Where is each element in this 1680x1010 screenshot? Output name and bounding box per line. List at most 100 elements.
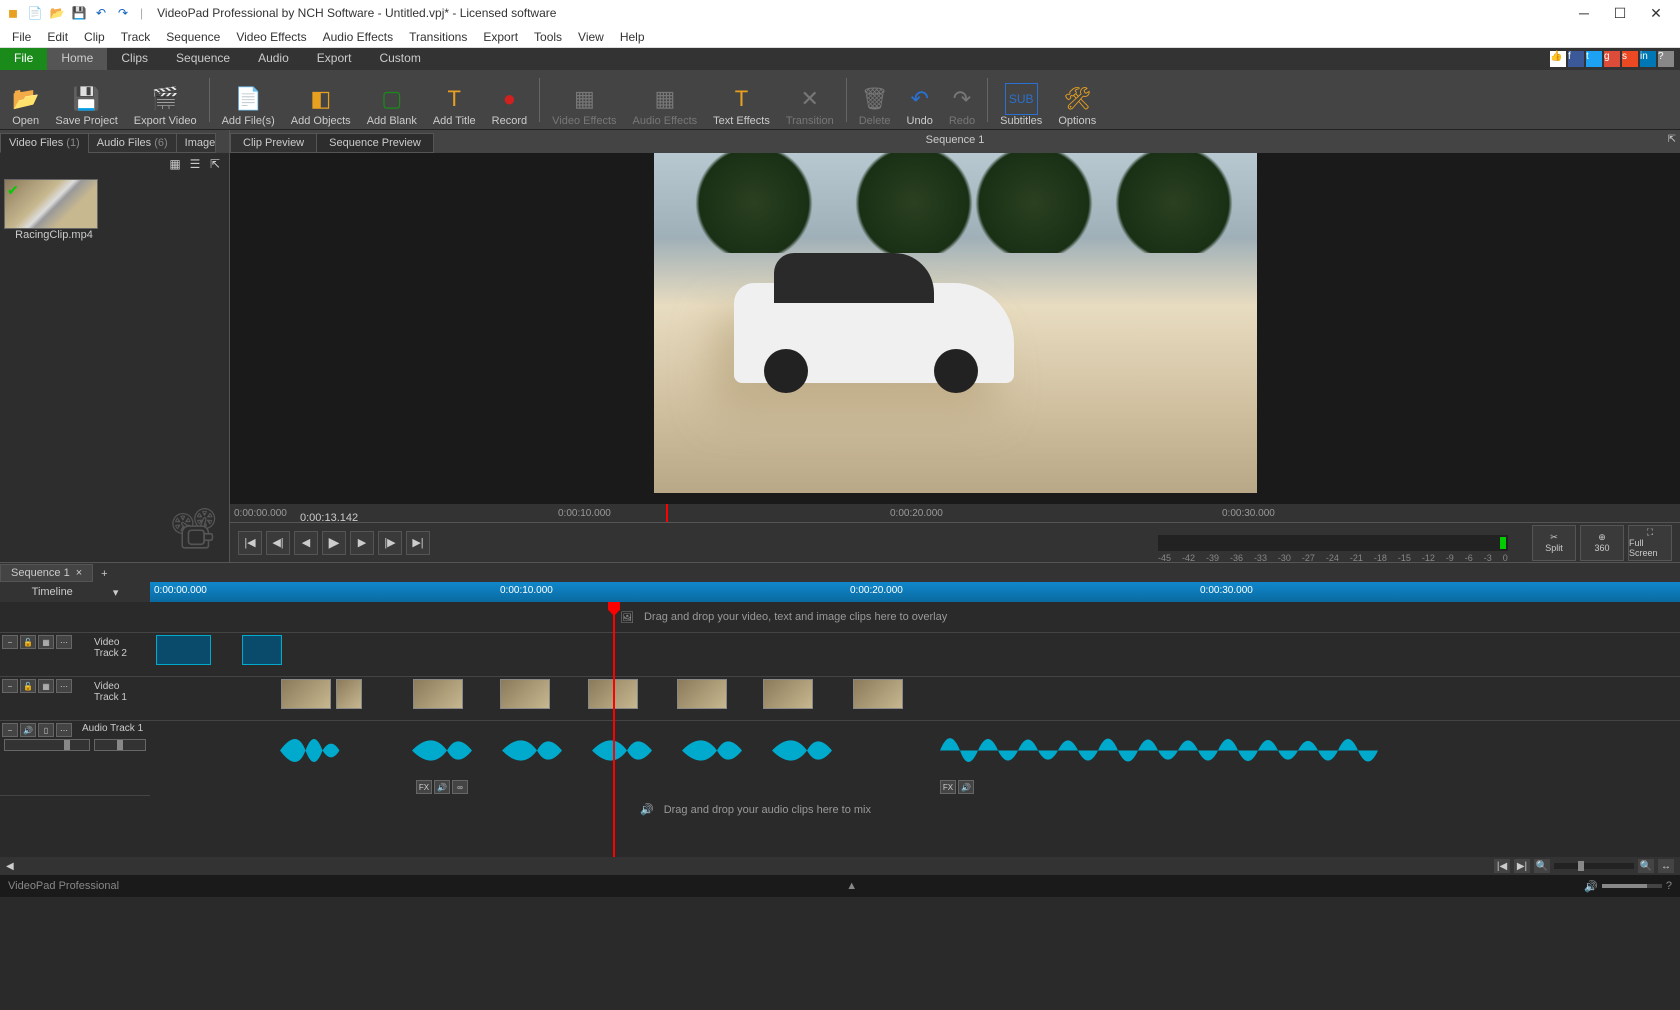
- media-thumbnail[interactable]: ✔: [4, 179, 98, 229]
- clip-preview-tab[interactable]: Clip Preview: [230, 133, 317, 153]
- menu-tools[interactable]: Tools: [526, 28, 570, 46]
- add-files-button[interactable]: 📄Add File(s): [214, 70, 283, 129]
- playhead[interactable]: [613, 602, 615, 857]
- play-button[interactable]: ▶: [322, 531, 346, 555]
- goto-start-button[interactable]: |◀: [238, 531, 262, 555]
- export-video-button[interactable]: 🎬Export Video: [126, 70, 205, 129]
- audio-waveform[interactable]: [940, 723, 1390, 778]
- track-lock-button[interactable]: 🔓: [20, 635, 36, 649]
- preview-ruler[interactable]: 0:00:00.000 0:00:10.000 0:00:20.000 0:00…: [230, 504, 1680, 522]
- add-blank-button[interactable]: ▢Add Blank: [359, 70, 425, 129]
- timeline-clip[interactable]: [156, 635, 211, 665]
- timeline-clip[interactable]: [853, 679, 903, 709]
- volume-slider[interactable]: [4, 739, 90, 751]
- step-fwd-button[interactable]: ▶: [350, 531, 374, 555]
- qat-undo-icon[interactable]: ↶: [92, 4, 110, 22]
- menu-track[interactable]: Track: [113, 28, 159, 46]
- track-mute-button[interactable]: 🔊: [20, 723, 36, 737]
- video-track-2-lane[interactable]: [150, 633, 1680, 676]
- timeline-clip[interactable]: [500, 679, 550, 709]
- clip-fx-button[interactable]: FX: [416, 780, 432, 794]
- next-frame-button[interactable]: |▶: [378, 531, 402, 555]
- menu-file[interactable]: File: [4, 28, 39, 46]
- timeline-clip[interactable]: [242, 635, 282, 665]
- tab-audio[interactable]: Audio: [244, 48, 303, 70]
- clip-fx-button[interactable]: FX: [940, 780, 956, 794]
- menu-help[interactable]: Help: [612, 28, 653, 46]
- tab-export[interactable]: Export: [303, 48, 366, 70]
- stumble-icon[interactable]: s: [1622, 51, 1638, 67]
- close-icon[interactable]: ×: [76, 567, 82, 579]
- subtitles-button[interactable]: SUBSubtitles: [992, 70, 1050, 129]
- prev-frame-button[interactable]: ◀|: [266, 531, 290, 555]
- media-item[interactable]: ✔ RacingClip.mp4: [4, 179, 104, 241]
- goto-end-button[interactable]: ▶|: [406, 531, 430, 555]
- zoom-slider[interactable]: [1554, 863, 1634, 869]
- zoom-fit-button[interactable]: ↔: [1658, 859, 1674, 873]
- scroll-right-icon[interactable]: ▶|: [1514, 859, 1530, 873]
- qat-redo-icon[interactable]: ↷: [114, 4, 132, 22]
- clip-loop-button[interactable]: ∞: [452, 780, 468, 794]
- add-sequence-button[interactable]: +: [93, 566, 115, 582]
- audio-track-1-lane[interactable]: FX 🔊 ∞ FX 🔊: [150, 721, 1680, 796]
- pan-slider[interactable]: [94, 739, 146, 751]
- track-lock-button[interactable]: 🔓: [20, 679, 36, 693]
- delete-button[interactable]: 🗑Delete: [851, 70, 899, 129]
- minimize-button[interactable]: ─: [1572, 1, 1596, 25]
- zoom-in-button[interactable]: 🔍: [1638, 859, 1654, 873]
- scroll-left-icon[interactable]: |◀: [1494, 859, 1510, 873]
- step-back-button[interactable]: ◀: [294, 531, 318, 555]
- preview-popout-icon[interactable]: ⇱: [1668, 134, 1676, 145]
- track-more-button[interactable]: ⋯: [56, 635, 72, 649]
- media-grid-icon[interactable]: ▦: [167, 156, 183, 172]
- timeline-clip[interactable]: [413, 679, 463, 709]
- transition-button[interactable]: ✕Transition: [778, 70, 842, 129]
- media-popout-icon[interactable]: ⇱: [207, 156, 223, 172]
- qat-open-icon[interactable]: 📂: [48, 4, 66, 22]
- audio-waveform[interactable]: [280, 723, 365, 778]
- open-button[interactable]: 📂Open: [4, 70, 47, 129]
- timeline-clip[interactable]: [677, 679, 727, 709]
- clip-mute-button[interactable]: 🔊: [958, 780, 974, 794]
- menu-sequence[interactable]: Sequence: [158, 28, 228, 46]
- redo-button[interactable]: ↷Redo: [941, 70, 983, 129]
- track-fx-button[interactable]: ▦: [38, 679, 54, 693]
- add-objects-button[interactable]: ◧Add Objects: [283, 70, 359, 129]
- maximize-button[interactable]: ☐: [1608, 1, 1632, 25]
- video-track-1-lane[interactable]: [150, 677, 1680, 720]
- menu-clip[interactable]: Clip: [76, 28, 113, 46]
- tab-sequence[interactable]: Sequence: [162, 48, 244, 70]
- sequence-tab[interactable]: Sequence 1×: [0, 564, 93, 582]
- tab-file[interactable]: File: [0, 48, 47, 70]
- timeline-ruler[interactable]: 0:00:00.000 0:00:10.000 0:00:20.000 0:00…: [150, 582, 1680, 602]
- status-speaker-icon[interactable]: 🔊: [1584, 880, 1598, 893]
- expand-up-icon[interactable]: ▲: [846, 880, 857, 892]
- timeline-clip[interactable]: [763, 679, 813, 709]
- split-button[interactable]: ✂Split: [1532, 525, 1576, 561]
- tab-home[interactable]: Home: [47, 48, 107, 70]
- timeline-label[interactable]: Timeline▾: [0, 582, 150, 602]
- linkedin-icon[interactable]: in: [1640, 51, 1656, 67]
- record-button[interactable]: ●Record: [484, 70, 535, 129]
- add-title-button[interactable]: TAdd Title: [425, 70, 484, 129]
- media-tab-images[interactable]: Images: [176, 133, 216, 153]
- track-solo-button[interactable]: ▯: [38, 723, 54, 737]
- audio-effects-button[interactable]: ▦Audio Effects: [625, 70, 706, 129]
- twitter-icon[interactable]: t: [1586, 51, 1602, 67]
- menu-view[interactable]: View: [570, 28, 612, 46]
- status-help-icon[interactable]: ?: [1666, 880, 1672, 892]
- media-tab-audio[interactable]: Audio Files (6): [88, 133, 177, 153]
- clip-mute-button[interactable]: 🔊: [434, 780, 450, 794]
- video-effects-button[interactable]: ▦Video Effects: [544, 70, 624, 129]
- audio-waveform[interactable]: [412, 723, 912, 778]
- like-icon[interactable]: 👍: [1550, 51, 1566, 67]
- menu-export[interactable]: Export: [475, 28, 526, 46]
- timeline-clip[interactable]: [336, 679, 362, 709]
- options-button[interactable]: 🛠Options: [1050, 70, 1104, 129]
- facebook-icon[interactable]: f: [1568, 51, 1584, 67]
- track-more-button[interactable]: ⋯: [56, 679, 72, 693]
- save-project-button[interactable]: 💾Save Project: [47, 70, 125, 129]
- google-plus-icon[interactable]: g: [1604, 51, 1620, 67]
- tab-clips[interactable]: Clips: [107, 48, 162, 70]
- scroll-left-button[interactable]: ◀: [6, 861, 14, 872]
